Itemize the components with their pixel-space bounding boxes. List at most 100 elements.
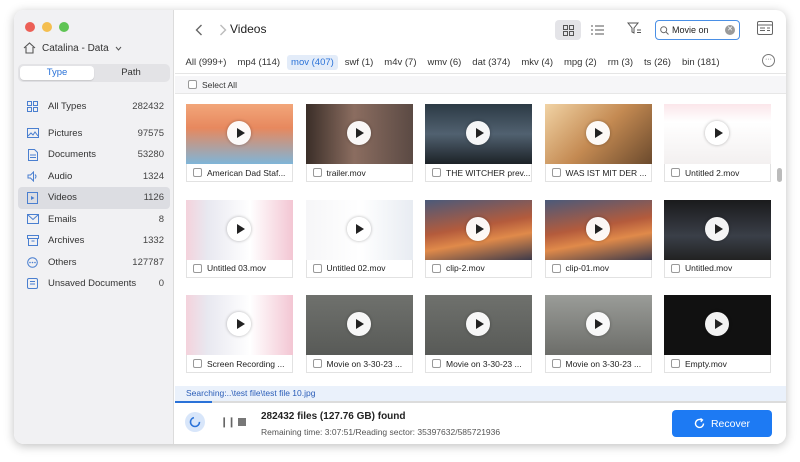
file-checkbox[interactable] xyxy=(312,168,322,177)
play-icon[interactable] xyxy=(466,121,490,145)
file-card[interactable]: Movie on 3-30-23 ... xyxy=(425,295,532,373)
back-button[interactable] xyxy=(195,23,203,39)
file-checkbox[interactable] xyxy=(193,359,202,368)
sidebar-item-audio[interactable]: Audio 1324 xyxy=(18,166,170,188)
ext-filter-wmv[interactable]: wmv (6) xyxy=(423,55,466,70)
video-thumbnail[interactable] xyxy=(544,295,652,355)
video-thumbnail[interactable] xyxy=(425,104,532,164)
play-icon[interactable] xyxy=(346,216,371,241)
video-thumbnail[interactable] xyxy=(305,199,413,260)
file-checkbox[interactable] xyxy=(551,168,561,177)
file-card[interactable]: Movie on 3-30-23 ... xyxy=(305,295,413,373)
file-card[interactable]: Screen Recording ... xyxy=(186,295,293,373)
sidebar-item-pictures[interactable]: Pictures 97575 xyxy=(18,123,170,145)
file-checkbox[interactable] xyxy=(193,168,202,177)
file-checkbox[interactable] xyxy=(671,359,680,368)
file-card[interactable]: Untitled.mov xyxy=(664,199,771,278)
sidebar-item-emails[interactable]: Emails 8 xyxy=(18,209,170,231)
scrollbar-thumb[interactable] xyxy=(777,168,782,182)
ext-filter-m4v[interactable]: m4v (7) xyxy=(380,55,421,70)
file-card[interactable]: Empty.mov xyxy=(664,295,771,373)
play-icon[interactable] xyxy=(346,312,371,336)
file-checkbox[interactable] xyxy=(551,359,561,368)
video-thumbnail[interactable] xyxy=(305,104,413,164)
sidebar-item-archives[interactable]: Archives 1332 xyxy=(18,230,170,252)
play-icon[interactable] xyxy=(466,312,490,336)
sidebar-item-unsaved-documents[interactable]: Unsaved Documents 0 xyxy=(18,273,170,295)
file-card[interactable]: trailer.mov xyxy=(305,104,413,182)
zoom-window-button[interactable] xyxy=(59,22,69,32)
file-checkbox[interactable] xyxy=(551,263,561,273)
video-thumbnail[interactable] xyxy=(186,104,293,164)
play-icon[interactable] xyxy=(585,121,610,145)
file-card[interactable]: clip-01.mov xyxy=(544,199,652,278)
ext-filter-mov[interactable]: mov (407) xyxy=(286,55,339,70)
file-checkbox[interactable] xyxy=(432,168,441,177)
select-all-row[interactable]: Select All xyxy=(175,76,786,94)
sidebar-item-videos[interactable]: Videos 1126 xyxy=(18,187,170,209)
scrollbar[interactable] xyxy=(777,98,782,398)
file-checkbox[interactable] xyxy=(671,263,680,273)
clear-search-icon[interactable]: ✕ xyxy=(725,25,735,35)
file-checkbox[interactable] xyxy=(193,263,202,273)
video-thumbnail[interactable] xyxy=(186,199,293,260)
close-window-button[interactable] xyxy=(25,22,35,32)
filter-button[interactable] xyxy=(626,21,641,40)
recover-button[interactable]: Recover xyxy=(672,410,772,437)
play-icon[interactable] xyxy=(346,121,371,145)
tab-type[interactable]: Type xyxy=(20,66,94,80)
minimize-window-button[interactable] xyxy=(42,22,52,32)
play-icon[interactable] xyxy=(227,312,251,336)
search-input[interactable]: Movie on xyxy=(672,25,725,35)
ext-filter-bin[interactable]: bin (181) xyxy=(677,55,724,70)
file-checkbox[interactable] xyxy=(671,168,680,177)
video-thumbnail[interactable] xyxy=(664,104,771,164)
video-thumbnail[interactable] xyxy=(664,199,771,260)
video-thumbnail[interactable] xyxy=(544,199,652,260)
ext-filter-mpg[interactable]: mpg (2) xyxy=(559,55,601,70)
select-all-checkbox[interactable] xyxy=(188,80,197,89)
file-checkbox[interactable] xyxy=(312,263,322,273)
sidebar-item-others[interactable]: Others 127787 xyxy=(18,252,170,274)
file-card[interactable]: Movie on 3-30-23 ... xyxy=(544,295,652,373)
play-icon[interactable] xyxy=(705,216,729,241)
video-thumbnail[interactable] xyxy=(305,295,413,355)
file-card[interactable]: clip-2.mov xyxy=(425,199,532,278)
video-thumbnail[interactable] xyxy=(425,295,532,355)
file-card[interactable]: WAS IST MIT DER ... xyxy=(544,104,652,182)
play-icon[interactable] xyxy=(705,121,729,145)
file-card[interactable]: American Dad Staf... xyxy=(186,104,293,182)
drive-selector[interactable]: Catalina - Data xyxy=(23,42,122,54)
video-thumbnail[interactable] xyxy=(664,295,771,355)
search-field[interactable]: Movie on ✕ xyxy=(655,20,740,40)
play-icon[interactable] xyxy=(227,121,251,145)
file-checkbox[interactable] xyxy=(432,263,441,273)
forward-button[interactable] xyxy=(219,23,227,39)
stop-button[interactable] xyxy=(238,418,246,426)
file-card[interactable]: Untitled 02.mov xyxy=(305,199,413,278)
play-icon[interactable] xyxy=(585,216,610,241)
sidebar-item-all-types[interactable]: All Types 282432 xyxy=(18,96,170,118)
video-thumbnail[interactable] xyxy=(544,104,652,164)
ext-filter-dat[interactable]: dat (374) xyxy=(468,55,515,70)
pause-button[interactable]: ❙❙ xyxy=(220,417,236,428)
sidebar-item-documents[interactable]: Documents 53280 xyxy=(18,144,170,166)
tab-path[interactable]: Path xyxy=(94,66,168,80)
grid-view-button[interactable] xyxy=(555,20,581,40)
video-thumbnail[interactable] xyxy=(425,199,532,260)
ext-filter-all[interactable]: All (999+) xyxy=(181,55,231,70)
file-card[interactable]: Untitled 2.mov xyxy=(664,104,771,182)
play-icon[interactable] xyxy=(585,312,610,336)
ext-filter-mp4[interactable]: mp4 (114) xyxy=(233,55,285,70)
report-button[interactable] xyxy=(757,20,773,41)
file-checkbox[interactable] xyxy=(432,359,441,368)
video-thumbnail[interactable] xyxy=(186,295,293,355)
play-icon[interactable] xyxy=(466,216,490,241)
list-view-button[interactable] xyxy=(587,20,607,40)
file-checkbox[interactable] xyxy=(312,359,322,368)
ext-filter-swf[interactable]: swf (1) xyxy=(340,55,378,70)
ext-filter-rm[interactable]: rm (3) xyxy=(603,55,637,70)
play-icon[interactable] xyxy=(227,216,251,241)
file-card[interactable]: THE WITCHER prev... xyxy=(425,104,532,182)
ext-filter-ts[interactable]: ts (26) xyxy=(640,55,676,70)
